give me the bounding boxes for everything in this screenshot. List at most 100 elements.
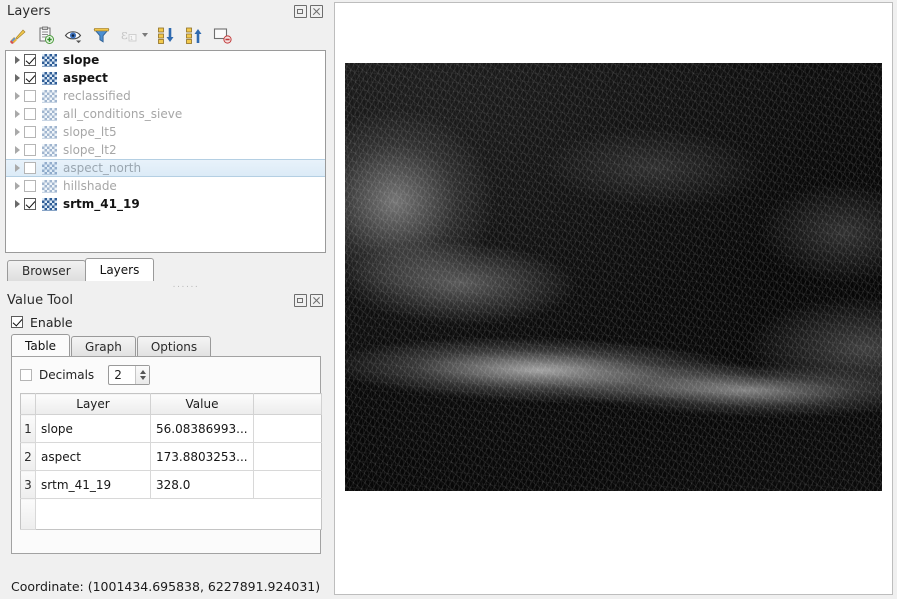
raster-layer-icon	[42, 126, 57, 139]
layer-visibility-checkbox[interactable]	[24, 180, 36, 192]
value-table-header-layer[interactable]: Layer	[36, 394, 151, 415]
layer-label: slope_lt2	[63, 143, 117, 157]
map-canvas[interactable]	[334, 2, 893, 595]
row-index: 2	[21, 443, 36, 471]
layer-visibility-checkbox[interactable]	[24, 198, 36, 210]
tab-table[interactable]: Table	[11, 334, 70, 356]
table-row[interactable]: 2 aspect 173.8803253...	[21, 443, 322, 471]
layer-row-slope[interactable]: slope	[6, 51, 325, 69]
layers-dock-title: Layers	[7, 4, 51, 19]
row-value: 173.8803253...	[151, 443, 254, 471]
layers-dock-title-buttons	[294, 5, 328, 18]
manage-map-themes-icon[interactable]	[64, 26, 83, 45]
raster-layer-icon	[42, 90, 57, 103]
layer-label: srtm_41_19	[63, 197, 140, 211]
layer-visibility-checkbox[interactable]	[24, 162, 36, 174]
raster-layer-icon	[42, 180, 57, 193]
decimals-row: Decimals 2	[20, 364, 312, 386]
layer-visibility-checkbox[interactable]	[24, 144, 36, 156]
layer-row-reclassified[interactable]: reclassified	[6, 87, 325, 105]
layer-row-slope-lt2[interactable]: slope_lt2	[6, 141, 325, 159]
layer-label: aspect	[63, 71, 108, 85]
layer-visibility-checkbox[interactable]	[24, 54, 36, 66]
expand-arrow-icon[interactable]	[10, 164, 24, 172]
value-tool-title: Value Tool	[7, 293, 73, 308]
table-row[interactable]: 3 srtm_41_19 328.0	[21, 471, 322, 499]
row-index: 1	[21, 415, 36, 443]
layer-label: aspect_north	[63, 161, 141, 175]
collapse-all-icon[interactable]	[157, 26, 176, 45]
layer-row-all-conditions-sieve[interactable]: all_conditions_sieve	[6, 105, 325, 123]
row-index: 3	[21, 471, 36, 499]
value-table-header-value[interactable]: Value	[151, 394, 254, 415]
enable-label: Enable	[30, 315, 73, 330]
decimals-checkbox[interactable]	[20, 369, 32, 381]
value-table[interactable]: Layer Value 1 slope 56.08386993...	[20, 393, 322, 530]
row-value: 328.0	[151, 471, 254, 499]
layers-close-icon[interactable]	[310, 5, 323, 18]
row-pad	[254, 471, 322, 499]
row-layer: aspect	[36, 443, 151, 471]
coordinate-status-bar: Coordinate: (1001434.695838, 6227891.924…	[0, 573, 332, 599]
expand-arrow-icon[interactable]	[10, 92, 24, 100]
enable-checkbox[interactable]	[11, 316, 23, 328]
layer-visibility-checkbox[interactable]	[24, 72, 36, 84]
layer-label: slope	[63, 53, 99, 67]
row-pad	[254, 415, 322, 443]
raster-layer-icon	[42, 162, 57, 175]
coordinate-label: Coordinate: (1001434.695838, 6227891.924…	[11, 579, 320, 594]
raster-layer-icon	[42, 54, 57, 67]
layer-label: slope_lt5	[63, 125, 117, 139]
tab-browser[interactable]: Browser	[7, 260, 86, 281]
filter-expression-dropdown-caret[interactable]	[142, 33, 148, 37]
remove-layer-icon[interactable]	[213, 26, 232, 45]
layer-visibility-checkbox[interactable]	[24, 126, 36, 138]
row-layer: srtm_41_19	[36, 471, 151, 499]
layer-row-aspect-north[interactable]: aspect_north	[6, 159, 325, 177]
add-group-icon[interactable]	[36, 26, 55, 45]
raster-extent-background	[345, 63, 882, 491]
layer-tree[interactable]: slope aspect reclassified all_conditions…	[5, 50, 326, 253]
expand-arrow-icon[interactable]	[10, 146, 24, 154]
layer-row-aspect[interactable]: aspect	[6, 69, 325, 87]
layers-float-icon[interactable]	[294, 5, 307, 18]
tab-options[interactable]: Options	[137, 336, 211, 356]
expand-arrow-icon[interactable]	[10, 182, 24, 190]
map-area	[332, 0, 897, 599]
splitter-dots-icon: ......	[173, 282, 200, 288]
slope-raster-layer	[345, 63, 882, 491]
dock-splitter-handle[interactable]: ......	[0, 281, 332, 289]
layer-row-slope-lt5[interactable]: slope_lt5	[6, 123, 325, 141]
layer-visibility-checkbox[interactable]	[24, 90, 36, 102]
layer-label: reclassified	[63, 89, 131, 103]
layer-visibility-checkbox[interactable]	[24, 108, 36, 120]
expand-arrow-icon[interactable]	[10, 74, 24, 82]
tab-layers[interactable]: Layers	[85, 258, 155, 281]
row-pad	[254, 443, 322, 471]
raster-layer-icon	[42, 144, 57, 157]
open-layer-styling-panel-icon[interactable]	[8, 26, 27, 45]
expand-all-icon[interactable]	[185, 26, 204, 45]
expand-arrow-icon[interactable]	[10, 110, 24, 118]
tab-graph[interactable]: Graph	[71, 336, 136, 356]
value-tool-enable-row[interactable]: Enable	[0, 311, 332, 333]
expand-arrow-icon[interactable]	[10, 56, 24, 64]
value-tool-float-icon[interactable]	[294, 294, 307, 307]
filter-legend-icon[interactable]	[92, 26, 111, 45]
layers-toolbar: ε 1	[0, 22, 332, 48]
filter-legend-expression-icon: ε 1	[120, 26, 139, 45]
value-tool-close-icon[interactable]	[310, 294, 323, 307]
value-tool-titlebar: Value Tool	[0, 289, 332, 311]
decimals-spinbox[interactable]: 2	[108, 365, 150, 385]
value-tool-tabbar: Table Graph Options	[0, 333, 332, 356]
value-tool-dock: Value Tool Enable Table Graph Options De…	[0, 289, 332, 599]
expand-arrow-icon[interactable]	[10, 128, 24, 136]
layer-row-srtm-41-19[interactable]: srtm_41_19	[6, 195, 325, 213]
value-table-corner-header	[21, 394, 36, 415]
expand-arrow-icon[interactable]	[10, 200, 24, 208]
table-row[interactable]: 1 slope 56.08386993...	[21, 415, 322, 443]
row-layer: slope	[36, 415, 151, 443]
decimals-stepper-icon[interactable]	[135, 366, 149, 384]
row-empty-cell	[254, 499, 322, 530]
layer-row-hillshade[interactable]: hillshade	[6, 177, 325, 195]
